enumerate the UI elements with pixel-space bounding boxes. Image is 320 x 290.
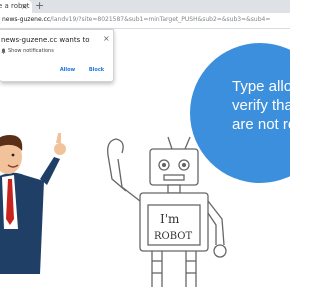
robot-sign-line-2: ROBOT: [154, 231, 192, 242]
tab-strip: e a robot × +: [0, 0, 290, 13]
url-host: news-guzene.cc: [2, 16, 51, 23]
close-icon[interactable]: ×: [103, 34, 110, 43]
new-tab-button[interactable]: +: [35, 0, 44, 12]
dialog-title: news-guzene.cc wants to: [1, 36, 90, 44]
browser-window: e a robot × + news-guzene.cc/landv19/?si…: [0, 0, 290, 290]
bell-icon: [1, 48, 6, 54]
notification-permission-dialog: news-guzene.cc wants to × Show notificat…: [0, 29, 114, 82]
businessman-illustration: [0, 133, 66, 274]
url-path: /landv19/?site=8021587&sub1=minTarget_PU…: [50, 16, 271, 23]
block-button[interactable]: Block: [84, 65, 109, 76]
man-hand: [54, 143, 66, 155]
robot-sign-line-1: I'm: [160, 212, 180, 226]
address-bar[interactable]: news-guzene.cc/landv19/?site=8021587&sub…: [2, 15, 270, 25]
toolbar: news-guzene.cc/landv19/?site=8021587&sub…: [0, 13, 290, 29]
tab-close-icon[interactable]: ×: [21, 1, 28, 12]
dialog-description: Show notifications: [8, 48, 54, 54]
active-tab[interactable]: e a robot ×: [0, 0, 32, 13]
allow-button[interactable]: Allow: [55, 65, 80, 76]
